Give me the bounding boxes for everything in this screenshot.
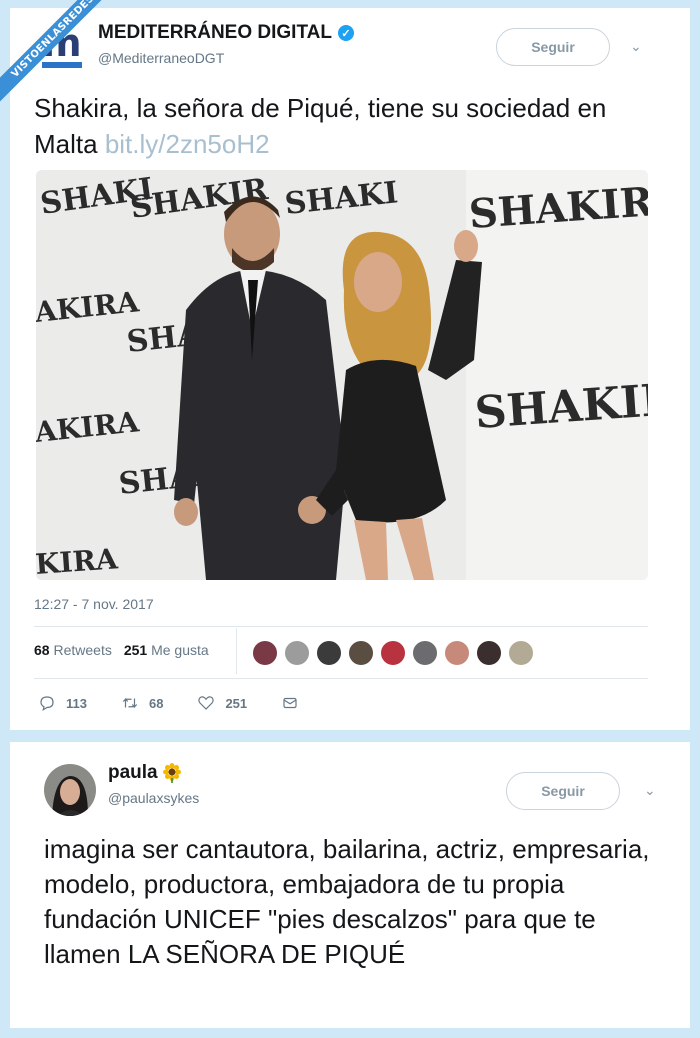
stats-separator xyxy=(236,628,237,674)
retweets-label: Retweets xyxy=(53,642,112,658)
like-count: 251 xyxy=(225,695,248,711)
reply-action[interactable]: 113 xyxy=(38,694,87,712)
follow-button[interactable]: Seguir xyxy=(496,28,610,66)
liker-avatar[interactable] xyxy=(444,640,470,666)
retweet-icon xyxy=(122,697,138,709)
author-display-name[interactable]: MEDITERRÁNEO DIGITAL ✓ xyxy=(98,22,354,44)
likes-count: 251 xyxy=(123,642,148,658)
tweet-author: paula @paulaxsykes xyxy=(108,762,199,806)
tweet-timestamp[interactable]: 12:27 - 7 nov. 2017 xyxy=(34,596,154,612)
liker-avatars xyxy=(252,640,534,666)
chevron-down-icon[interactable]: ⌄ xyxy=(644,782,656,799)
liker-avatar[interactable] xyxy=(252,640,278,666)
tweet-actions: 113 68 251 xyxy=(38,694,333,712)
envelope-icon xyxy=(283,697,297,709)
engagement-stats: 68 Retweets 251 Me gusta xyxy=(34,642,209,658)
divider xyxy=(34,678,648,679)
verified-badge-icon: ✓ xyxy=(337,25,354,41)
reply-count: 113 xyxy=(66,695,87,711)
heart-icon xyxy=(198,696,215,710)
likes-stat[interactable]: 251 Me gusta xyxy=(124,642,209,658)
sunflower-icon xyxy=(162,763,181,783)
author-name-text: MEDITERRÁNEO DIGITAL xyxy=(98,22,332,43)
watermark-ribbon: VISTOENLASREDES xyxy=(0,0,130,130)
like-action[interactable]: 251 xyxy=(197,694,247,712)
liker-avatar[interactable] xyxy=(348,640,374,666)
liker-avatar[interactable] xyxy=(508,640,534,666)
divider xyxy=(34,626,648,627)
tweet-card-paula: paula @paulaxsykes Seguir ⌄ imagina ser … xyxy=(10,742,690,1028)
reply-icon xyxy=(40,696,54,712)
author-name-text: paula xyxy=(108,762,158,783)
tweet-link[interactable]: bit.ly/2zn5oH2 xyxy=(105,129,270,159)
likes-label: Me gusta xyxy=(151,642,209,658)
liker-avatar[interactable] xyxy=(316,640,342,666)
chevron-down-icon[interactable]: ⌄ xyxy=(630,38,642,55)
author-display-name[interactable]: paula xyxy=(108,762,199,784)
message-action[interactable] xyxy=(281,694,299,712)
author-handle[interactable]: @MediterraneoDGT xyxy=(98,50,354,66)
paula-avatar[interactable] xyxy=(44,764,96,816)
tweet-text: imagina ser cantautora, bailarina, actri… xyxy=(44,834,650,969)
liker-avatar[interactable] xyxy=(284,640,310,666)
liker-avatar[interactable] xyxy=(380,640,406,666)
liker-avatar[interactable] xyxy=(412,640,438,666)
tweet-author: MEDITERRÁNEO DIGITAL ✓ @MediterraneoDGT xyxy=(98,22,354,66)
tweet-photo[interactable]: SHAKI SHAKIR SHAKI SHAKIR AKIRA SHAK SHA… xyxy=(36,170,648,580)
author-handle[interactable]: @paulaxsykes xyxy=(108,790,199,806)
liker-avatar[interactable] xyxy=(476,640,502,666)
retweet-action[interactable]: 68 xyxy=(121,694,163,712)
watermark-text: VISTOENLASREDES xyxy=(0,0,127,110)
retweet-count: 68 xyxy=(148,695,164,711)
backdrop-lettering: KIRA xyxy=(36,542,120,580)
retweets-count: 68 xyxy=(34,642,50,658)
follow-button[interactable]: Seguir xyxy=(506,772,620,810)
retweets-stat[interactable]: 68 Retweets xyxy=(34,642,112,658)
